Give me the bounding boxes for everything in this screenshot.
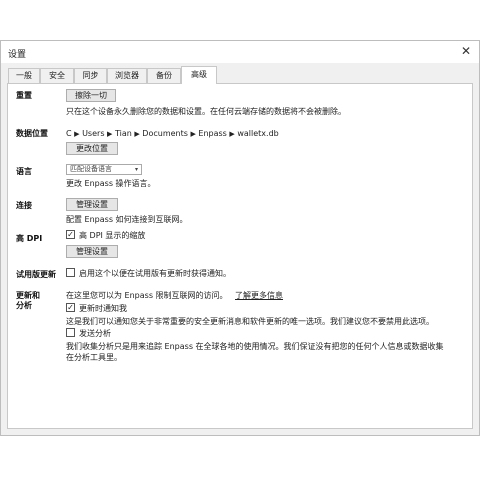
path-documents: Documents xyxy=(142,129,188,138)
window-title: 设置 xyxy=(8,50,27,60)
advanced-panel: 重置 擦除一切 只在这个设备永久删除您的数据和设置。在任何云端存储的数据将不会被… xyxy=(7,83,473,429)
high-dpi-label: 高 DPI xyxy=(16,234,43,243)
trial-update-checkbox[interactable] xyxy=(66,268,75,277)
path-separator-icon: ▶ xyxy=(74,130,80,138)
tab-browser[interactable]: 浏览器 xyxy=(107,68,147,83)
language-label: 语言 xyxy=(16,167,32,176)
path-file: walletx.db xyxy=(237,129,279,138)
high-dpi-settings-button[interactable]: 管理设置 xyxy=(66,245,118,258)
path-separator-icon: ▶ xyxy=(190,130,196,138)
language-select[interactable]: 匹配设备语言 ▾ xyxy=(66,164,142,175)
updates-analytics-label-line2: 分析 xyxy=(16,301,32,310)
erase-everything-button[interactable]: 擦除一切 xyxy=(66,89,116,102)
close-icon[interactable]: ✕ xyxy=(461,44,471,58)
path-separator-icon: ▶ xyxy=(229,130,235,138)
trial-update-label: 试用版更新 xyxy=(16,270,56,279)
chevron-down-icon: ▾ xyxy=(134,166,138,173)
send-analytics-checkbox[interactable] xyxy=(66,328,75,337)
language-selected: 匹配设备语言 xyxy=(70,165,112,173)
path-enpass: Enpass xyxy=(198,129,227,138)
analytics-description-line1: 我们收集分析只是用来追踪 Enpass 在全球各地的使用情况。我们保证没有把您的… xyxy=(66,342,444,351)
path-drive: C xyxy=(66,129,72,138)
language-description: 更改 Enpass 操作语言。 xyxy=(66,179,156,188)
data-path: C ▶ Users ▶ Tian ▶ Documents ▶ Enpass ▶ … xyxy=(66,129,279,138)
trial-update-checkbox-label: 启用这个以便在试用版有更新时获得通知。 xyxy=(79,269,231,278)
connection-label: 连接 xyxy=(16,201,32,210)
send-analytics-label: 发送分析 xyxy=(79,329,111,338)
data-location-label: 数据位置 xyxy=(16,129,48,138)
path-separator-icon: ▶ xyxy=(134,130,140,138)
title-bar: 设置 ✕ xyxy=(1,41,479,63)
reset-label: 重置 xyxy=(16,91,32,100)
updates-intro: 在这里您可以为 Enpass 限制互联网的访问。 xyxy=(66,291,228,300)
notify-updates-description: 这是我们可以通知您关于非常重要的安全更新消息和软件更新的唯一选项。我们建议您不要… xyxy=(66,317,434,326)
tab-security[interactable]: 安全 xyxy=(40,68,74,83)
analytics-description-line2: 在分析工具里。 xyxy=(66,353,122,362)
path-users: Users xyxy=(82,129,105,138)
path-separator-icon: ▶ xyxy=(107,130,113,138)
tab-advanced[interactable]: 高级 xyxy=(181,66,217,84)
high-dpi-checkbox-label: 高 DPI 显示的缩放 xyxy=(79,231,146,240)
connection-description: 配置 Enpass 如何连接到互联网。 xyxy=(66,215,188,224)
connection-settings-button[interactable]: 管理设置 xyxy=(66,198,118,211)
reset-description: 只在这个设备永久删除您的数据和设置。在任何云端存储的数据将不会被删除。 xyxy=(66,107,346,116)
change-location-button[interactable]: 更改位置 xyxy=(66,142,118,155)
notify-updates-label: 更新时通知我 xyxy=(79,304,127,313)
settings-window: 设置 ✕ 一般 安全 同步 浏览器 备份 高级 重置 擦除一切 只在这个设备永久… xyxy=(0,40,480,436)
learn-more-link[interactable]: 了解更多信息 xyxy=(235,290,283,301)
path-user: Tian xyxy=(114,129,132,138)
notify-updates-checkbox[interactable]: ✓ xyxy=(66,303,75,312)
tab-sync[interactable]: 同步 xyxy=(74,68,107,83)
tab-general[interactable]: 一般 xyxy=(8,68,40,83)
high-dpi-checkbox[interactable]: ✓ xyxy=(66,230,75,239)
tab-backup[interactable]: 备份 xyxy=(147,68,181,83)
